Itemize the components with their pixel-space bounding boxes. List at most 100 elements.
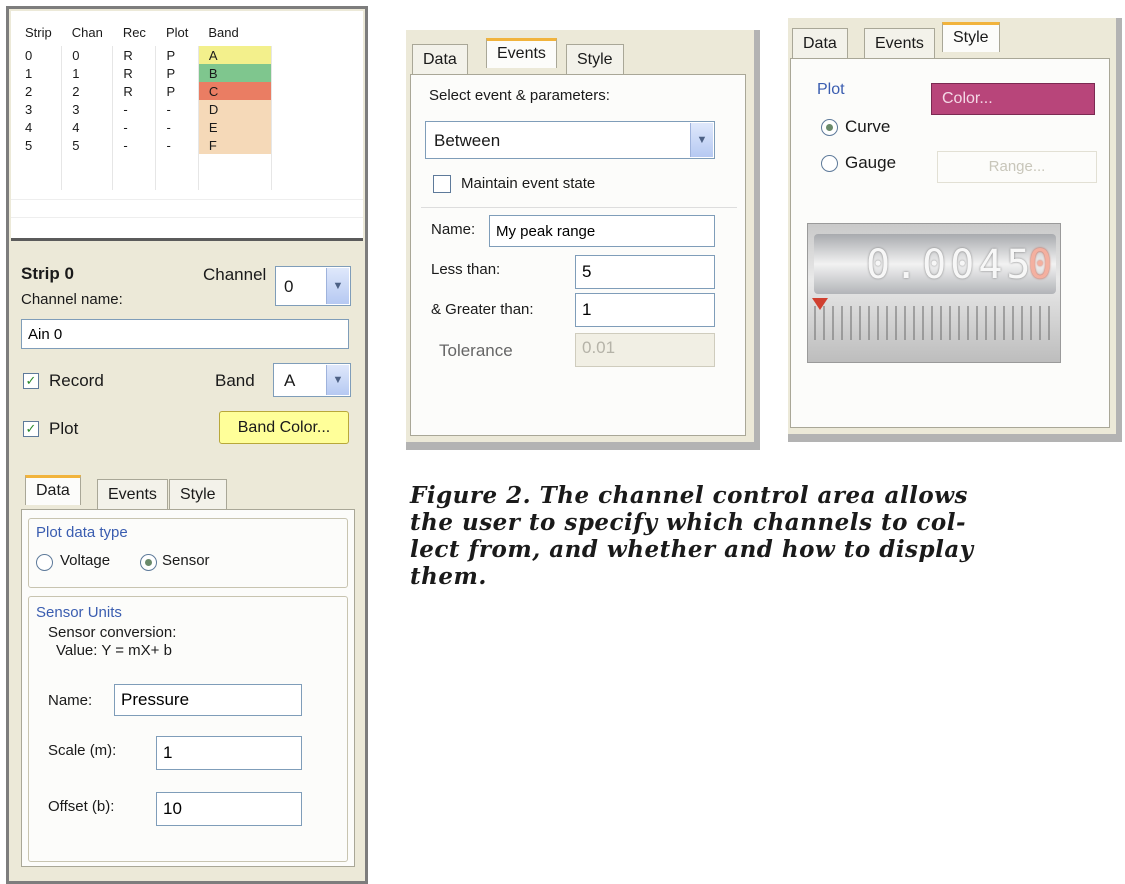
scale-input[interactable] bbox=[156, 736, 302, 770]
chevron-down-icon[interactable]: ▼ bbox=[690, 123, 713, 157]
record-checkbox[interactable]: ✓ bbox=[23, 373, 39, 389]
cell-strip: 4 bbox=[15, 118, 63, 136]
plot-style-title: Plot bbox=[817, 81, 845, 98]
figure-caption: Figure 2. The channel control area allow… bbox=[410, 482, 1120, 590]
empty-cell bbox=[61, 172, 114, 190]
tab-data[interactable]: Data bbox=[412, 44, 468, 74]
tab-events[interactable]: Events bbox=[97, 479, 168, 509]
cell-plot: - bbox=[155, 136, 199, 154]
channel-name-input[interactable] bbox=[21, 319, 349, 349]
column-header[interactable]: Strip bbox=[15, 21, 62, 46]
cell-rec: - bbox=[112, 100, 157, 118]
chevron-down-icon[interactable]: ▼ bbox=[326, 365, 349, 395]
sensor-units-title: Sensor Units bbox=[36, 604, 122, 621]
event-name-input[interactable] bbox=[489, 215, 715, 247]
cell-plot: P bbox=[155, 46, 199, 64]
checkmark-icon: ✓ bbox=[25, 421, 37, 436]
cell-chan: 0 bbox=[61, 46, 114, 64]
cell-band: E bbox=[198, 118, 272, 136]
left-panel: Strip Chan Rec Plot Band 00RPA11RPB22RPC33--… bbox=[6, 6, 368, 884]
table-row[interactable]: 55--F bbox=[15, 136, 272, 154]
curve-label: Curve bbox=[845, 117, 891, 136]
empty-cell bbox=[112, 172, 157, 190]
table-row[interactable]: 44--E bbox=[15, 118, 272, 136]
empty-cell bbox=[198, 172, 272, 190]
sensor-label: Sensor bbox=[162, 552, 210, 569]
gauge-needle-icon bbox=[812, 298, 828, 310]
gauge-preview: 0.0045 0 bbox=[807, 223, 1061, 363]
voltage-radio[interactable] bbox=[36, 554, 53, 571]
select-event-label: Select event & parameters: bbox=[429, 87, 610, 104]
column-header[interactable]: Rec bbox=[113, 21, 156, 46]
conversion-line-2: Value: Y = mX+ b bbox=[56, 642, 172, 659]
channel-name-label: Channel name: bbox=[21, 291, 123, 308]
strip-table: Strip Chan Rec Plot Band 00RPA11RPB22RPC33--… bbox=[15, 21, 272, 190]
cell-band: A bbox=[198, 46, 272, 64]
tolerance-input: 0.01 bbox=[575, 333, 715, 367]
voltage-label: Voltage bbox=[60, 552, 111, 569]
conversion-line-1: Sensor conversion: bbox=[48, 624, 177, 641]
greater-than-input[interactable] bbox=[575, 293, 715, 327]
scale-label: Scale (m): bbox=[48, 742, 117, 759]
tab-data[interactable]: Data bbox=[792, 28, 848, 58]
table-row[interactable]: 22RPC bbox=[15, 82, 272, 100]
band-select[interactable]: A ▼ bbox=[273, 363, 351, 397]
cell-strip: 1 bbox=[15, 64, 63, 82]
offset-input[interactable] bbox=[156, 792, 302, 826]
tab-events[interactable]: Events bbox=[864, 28, 935, 58]
table-row[interactable]: 11RPB bbox=[15, 64, 272, 82]
channel-label: Channel bbox=[203, 265, 267, 284]
band-color-button[interactable]: Band Color... bbox=[219, 411, 349, 444]
cell-rec: R bbox=[112, 82, 157, 100]
less-than-label: Less than: bbox=[431, 261, 501, 278]
cell-rec: - bbox=[112, 118, 157, 136]
maintain-state-checkbox[interactable] bbox=[433, 175, 451, 193]
divider bbox=[421, 207, 737, 208]
gauge-radio[interactable] bbox=[821, 155, 838, 172]
less-than-input[interactable] bbox=[575, 255, 715, 289]
chevron-down-icon[interactable]: ▼ bbox=[326, 268, 349, 304]
record-label: Record bbox=[49, 371, 104, 390]
table-row[interactable]: 00RPA bbox=[15, 46, 272, 64]
sensor-radio[interactable] bbox=[140, 554, 157, 571]
tab-data[interactable]: Data bbox=[25, 475, 81, 505]
tab-style[interactable]: Style bbox=[169, 479, 227, 509]
table-row[interactable]: 33--D bbox=[15, 100, 272, 118]
style-tab-pane: Plot Color... Curve Gauge Range... 0.004… bbox=[790, 58, 1110, 428]
empty-cell bbox=[61, 154, 114, 172]
empty-cell bbox=[198, 154, 272, 172]
color-button[interactable]: Color... bbox=[931, 83, 1095, 115]
column-header[interactable]: Plot bbox=[156, 21, 198, 46]
tab-events[interactable]: Events bbox=[486, 38, 557, 68]
empty-row bbox=[15, 154, 272, 172]
tab-style[interactable]: Style bbox=[942, 22, 1000, 52]
cell-strip: 3 bbox=[15, 100, 63, 118]
range-button: Range... bbox=[937, 151, 1097, 183]
gauge-scale bbox=[814, 306, 1054, 340]
cell-chan: 5 bbox=[61, 136, 114, 154]
empty-cell bbox=[155, 154, 199, 172]
cell-band: F bbox=[198, 136, 272, 154]
cell-plot: P bbox=[155, 64, 199, 82]
empty-cell bbox=[112, 154, 157, 172]
style-panel: Data Events Style Plot Color... Curve Ga… bbox=[788, 18, 1122, 442]
column-header[interactable]: Chan bbox=[62, 21, 113, 46]
caption-line-2: the user to specify which channels to co… bbox=[410, 509, 967, 536]
cell-chan: 1 bbox=[61, 64, 114, 82]
event-type-select[interactable]: Between ▼ bbox=[425, 121, 715, 159]
cell-chan: 2 bbox=[61, 82, 114, 100]
gauge-label: Gauge bbox=[845, 153, 897, 172]
sensor-name-input[interactable] bbox=[114, 684, 302, 716]
curve-radio[interactable] bbox=[821, 119, 838, 136]
event-type-value: Between bbox=[434, 131, 501, 150]
tab-style[interactable]: Style bbox=[566, 44, 624, 74]
plot-label: Plot bbox=[49, 419, 79, 438]
offset-label: Offset (b): bbox=[48, 798, 115, 815]
empty-row bbox=[15, 172, 272, 190]
plot-checkbox[interactable]: ✓ bbox=[23, 421, 39, 437]
events-tab-pane: Select event & parameters: Between ▼ Mai… bbox=[410, 74, 746, 436]
style-window: Data Events Style Plot Color... Curve Ga… bbox=[788, 18, 1116, 434]
channel-select[interactable]: 0 ▼ bbox=[275, 266, 351, 306]
column-header[interactable]: Band bbox=[198, 21, 271, 46]
gauge-digits: 0.0045 bbox=[866, 242, 1035, 288]
